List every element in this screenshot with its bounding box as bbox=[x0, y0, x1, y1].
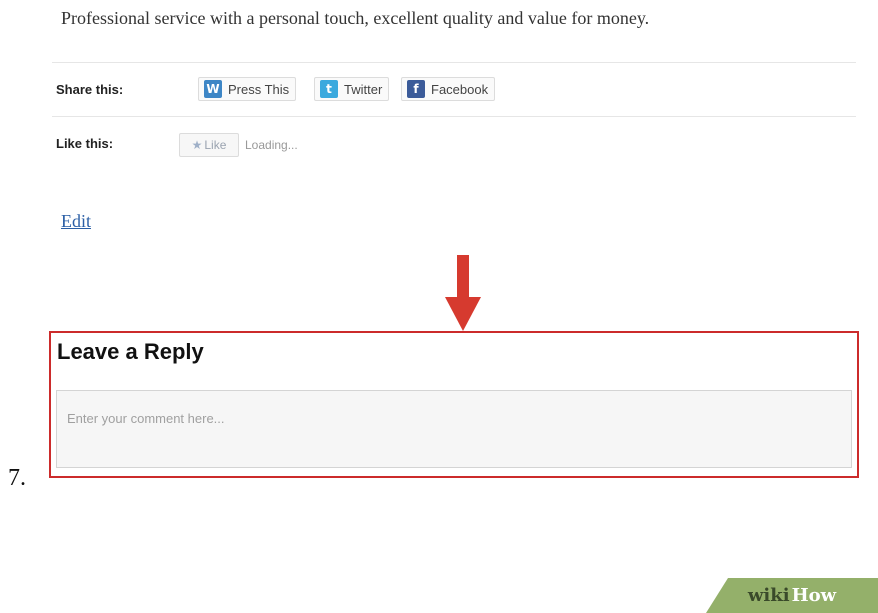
like-button-label: Like bbox=[204, 138, 227, 152]
share-twitter-button[interactable]: t Twitter bbox=[314, 77, 390, 101]
step-number: 7. bbox=[8, 465, 26, 491]
arrow-down-icon bbox=[445, 255, 481, 331]
star-icon: ★ bbox=[191, 138, 203, 152]
reply-title: Leave a Reply bbox=[57, 339, 204, 364]
twitter-label: Twitter bbox=[344, 81, 383, 97]
twitter-icon: t bbox=[320, 80, 338, 98]
like-loading-status: Loading... bbox=[245, 138, 298, 152]
post-intro-text: Professional service with a personal tou… bbox=[61, 8, 650, 28]
leave-reply-section: Leave a Reply Enter your comment here... bbox=[49, 331, 859, 478]
press-this-label: Press This bbox=[228, 81, 290, 97]
divider-top bbox=[52, 62, 856, 63]
share-press-this-button[interactable]: W Press This bbox=[198, 77, 297, 101]
wordpress-icon: W bbox=[204, 80, 222, 98]
like-label: Like this: bbox=[56, 136, 114, 151]
facebook-label: Facebook bbox=[431, 81, 489, 97]
share-facebook-button[interactable]: f Facebook bbox=[401, 77, 496, 101]
wikihow-logo-how: How bbox=[791, 585, 837, 606]
divider-middle bbox=[52, 116, 856, 117]
comment-input[interactable]: Enter your comment here... bbox=[56, 390, 852, 468]
share-label: Share this: bbox=[56, 82, 124, 97]
wikihow-logo: wiki How bbox=[706, 578, 878, 613]
edit-link[interactable]: Edit bbox=[61, 211, 91, 232]
facebook-icon: f bbox=[407, 80, 425, 98]
like-button[interactable]: ★ Like bbox=[179, 133, 239, 157]
wikihow-logo-wiki: wiki bbox=[747, 585, 790, 606]
